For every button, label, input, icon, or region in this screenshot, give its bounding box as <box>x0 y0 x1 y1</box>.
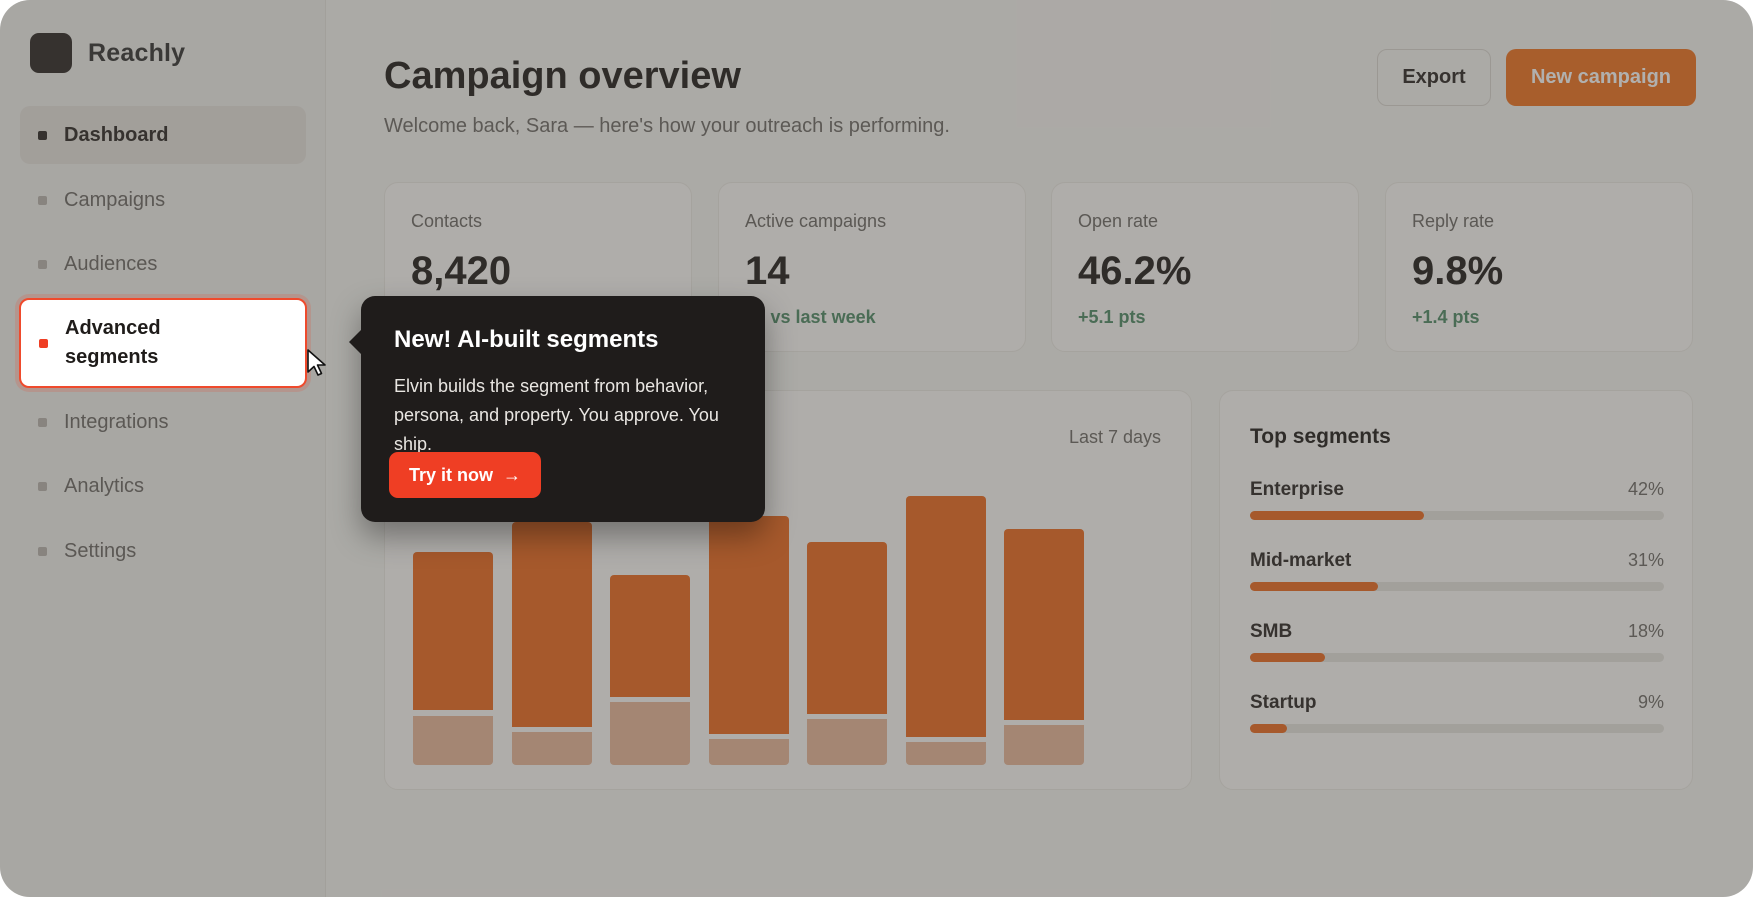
sidebar-item-label: Advanced segments <box>65 317 161 368</box>
tooltip-title: New! AI-built segments <box>394 326 659 353</box>
mouse-cursor-icon <box>307 349 326 376</box>
nav-dot-icon <box>39 338 48 348</box>
try-it-now-button[interactable]: Try it now → <box>389 452 541 498</box>
tooltip-arrow <box>349 330 361 354</box>
app-window: Reachly Dashboard Campaigns Audiences In… <box>0 0 1753 897</box>
tooltip-body: Elvin builds the segment from behavior, … <box>394 376 719 454</box>
try-it-now-label: Try it now <box>408 464 493 485</box>
sidebar-item-advanced-segments[interactable]: Advanced segments <box>19 298 307 388</box>
tour-backdrop[interactable] <box>0 0 1753 897</box>
feature-tooltip: New! AI-built segments Elvin builds the … <box>349 296 765 522</box>
arrow-right-icon: → <box>503 464 521 485</box>
